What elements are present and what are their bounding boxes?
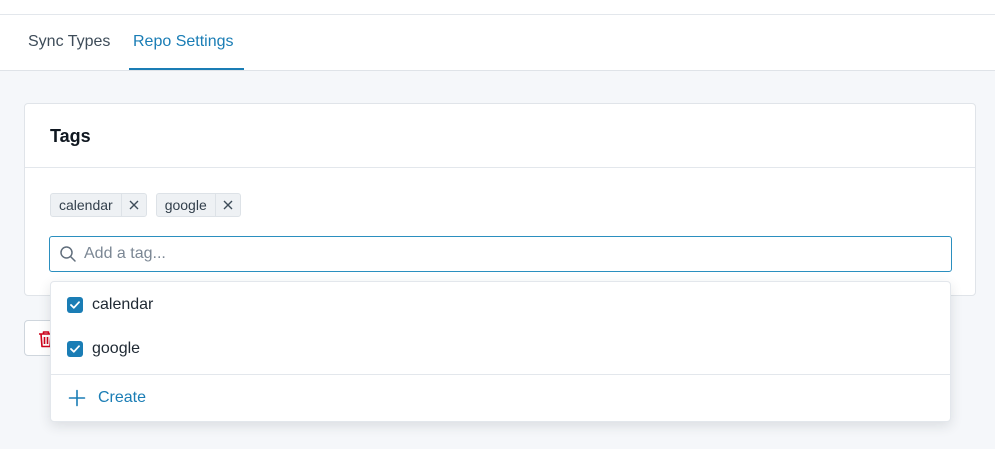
checkmark-icon	[70, 301, 80, 309]
tags-card: Tags calendar google	[24, 103, 976, 296]
tag-chip: calendar	[50, 193, 147, 217]
create-tag-button[interactable]: Create	[51, 375, 950, 421]
search-icon	[60, 246, 76, 262]
checkbox-checked[interactable]	[67, 297, 83, 313]
tab-bar: Sync Types Repo Settings	[0, 15, 995, 71]
tag-dropdown-menu: calendar google Create	[50, 281, 951, 422]
close-icon[interactable]	[120, 194, 146, 216]
dropdown-option[interactable]: google	[51, 327, 950, 371]
tag-chip: google	[155, 193, 241, 217]
create-label: Create	[98, 389, 147, 406]
option-label: calendar	[92, 296, 154, 313]
tag-search-input[interactable]	[82, 244, 951, 264]
checkmark-icon	[70, 345, 80, 353]
option-label: google	[92, 340, 141, 357]
dropdown-option[interactable]: calendar	[51, 283, 950, 327]
checkbox-checked[interactable]	[67, 341, 83, 357]
tag-chip-label: google	[164, 197, 207, 213]
top-bar	[0, 0, 995, 15]
plus-icon	[68, 389, 86, 407]
tag-chip-label: calendar	[59, 197, 113, 213]
close-icon[interactable]	[214, 194, 240, 216]
tag-search-field[interactable]	[49, 236, 952, 272]
tag-chip-list: calendar google	[50, 193, 241, 217]
tab-repo-settings[interactable]: Repo Settings	[129, 15, 244, 70]
card-title: Tags	[25, 104, 975, 168]
tab-sync-types[interactable]: Sync Types	[24, 15, 124, 70]
